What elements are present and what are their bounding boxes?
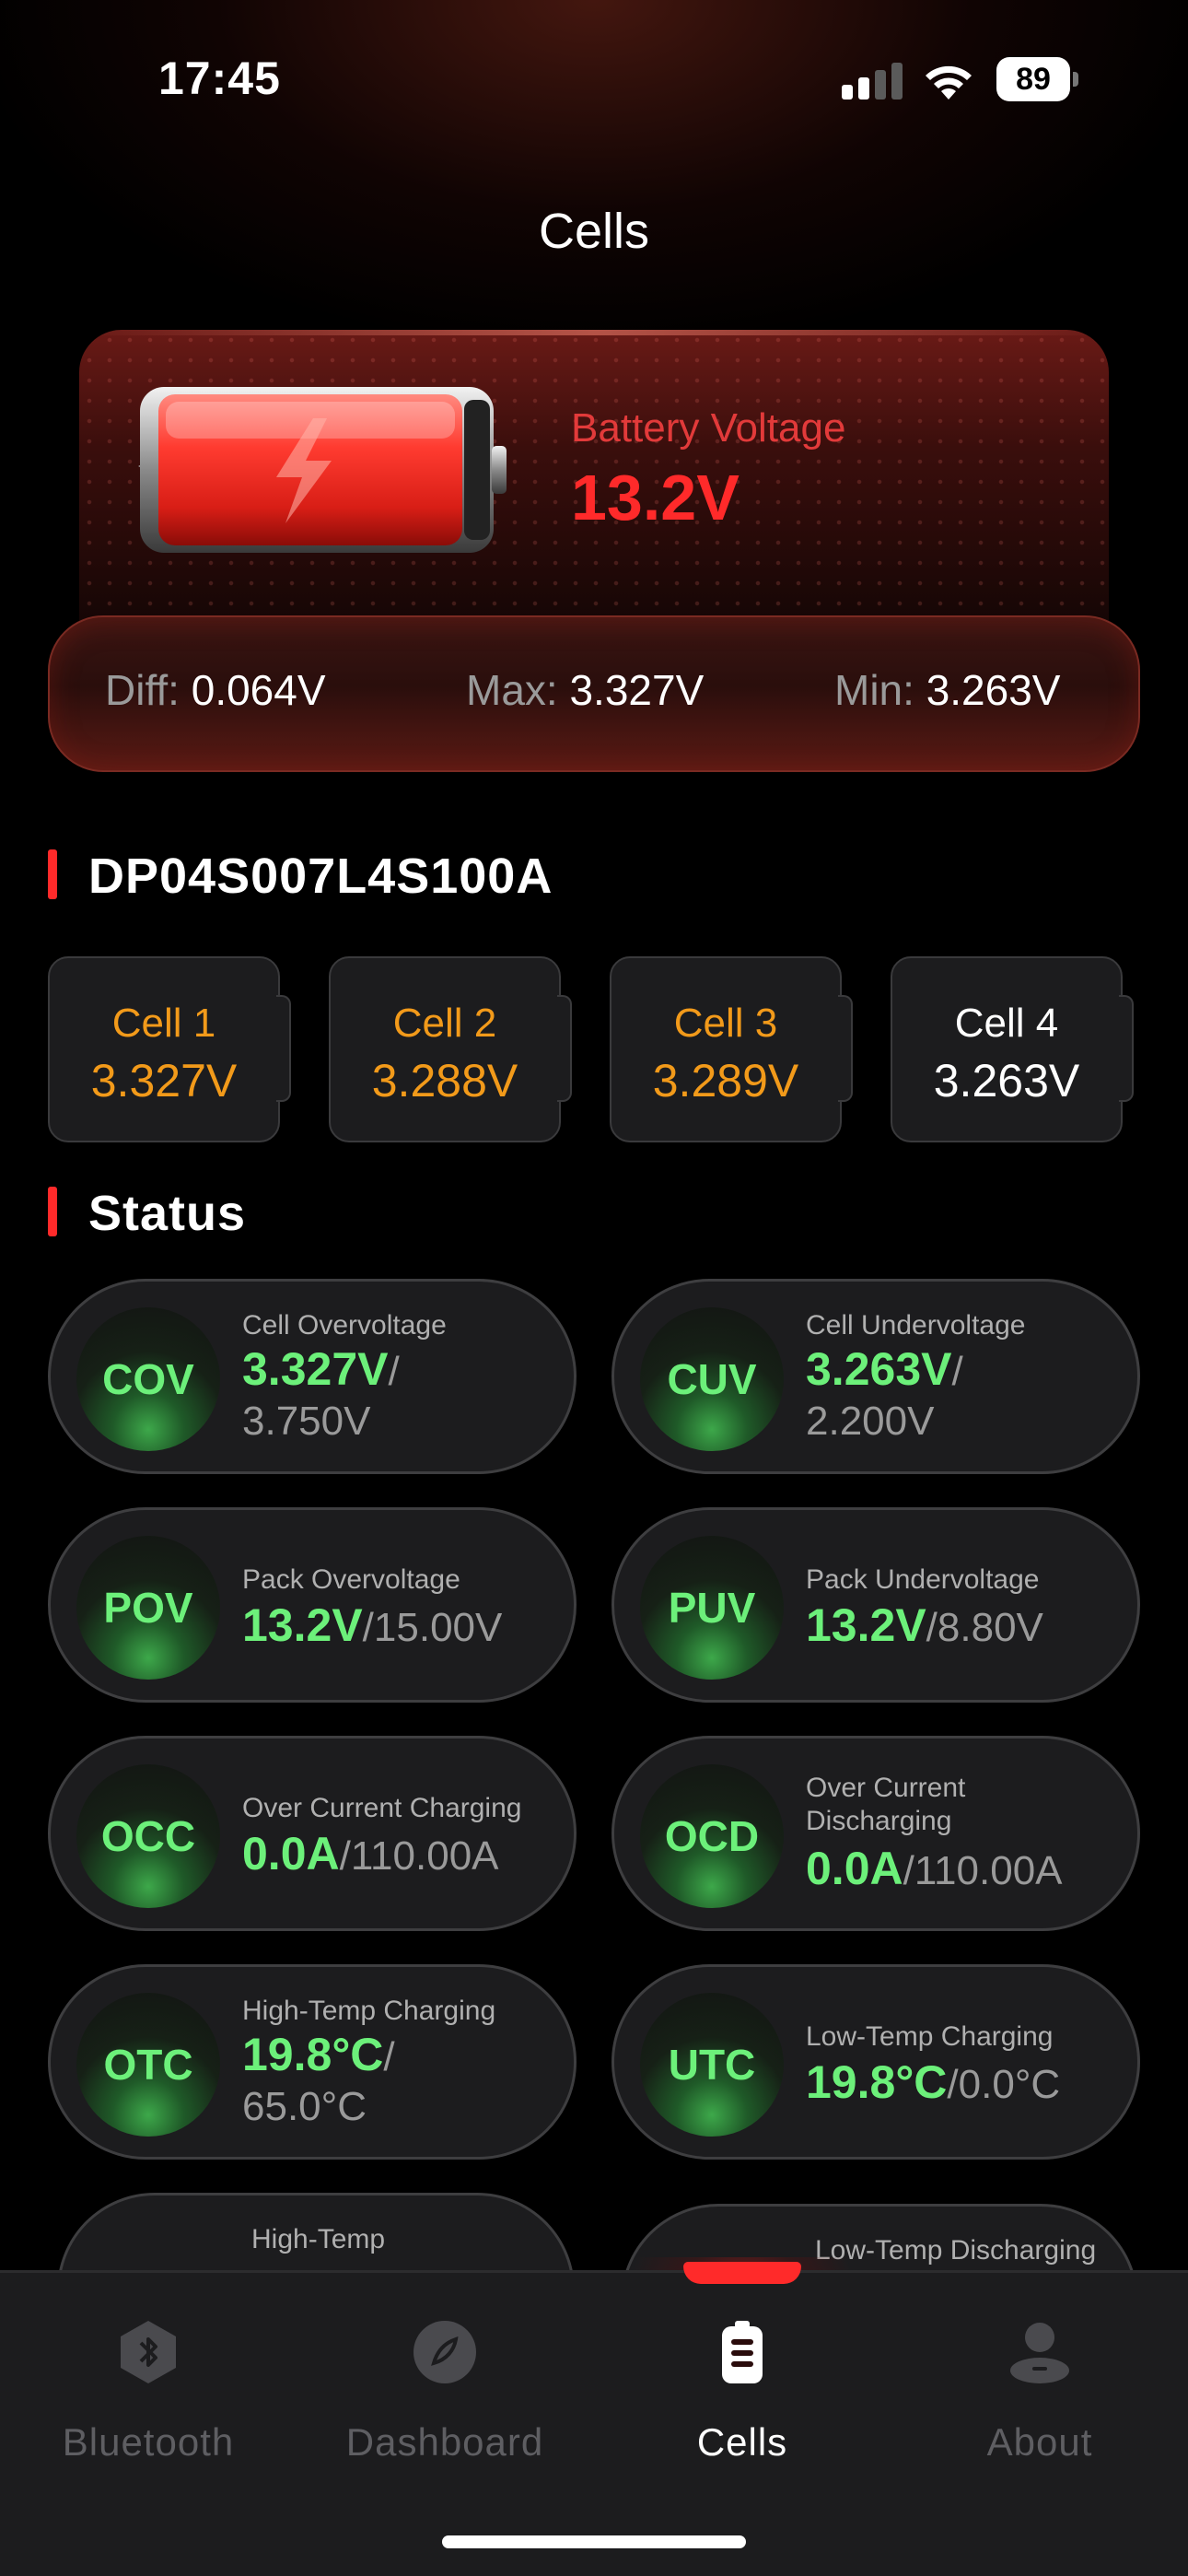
status-code: CUV: [667, 1355, 757, 1403]
page-title: Cells: [538, 204, 650, 259]
min-label: Min:: [834, 666, 914, 714]
cell-voltage: 3.327V: [90, 1055, 238, 1107]
battery-graphic-icon: [138, 387, 507, 553]
status-value: 13.2V/8.80V: [806, 1599, 1043, 1651]
battery-level: 89: [996, 57, 1070, 101]
status-value: 3.263V/: [806, 1343, 963, 1395]
max-value: 3.327V: [569, 666, 705, 714]
status-value: 3.327V/: [242, 1343, 400, 1395]
status-value: 13.2V/15.00V: [242, 1599, 503, 1651]
status-bar: 17:45 89: [0, 0, 1188, 157]
status-time: 17:45: [158, 53, 281, 104]
cell-name: Cell 4: [954, 1001, 1059, 1046]
cell-tile-3[interactable]: Cell 3 3.289V: [610, 956, 853, 1142]
status-label: Low-Temp Charging: [806, 2021, 1054, 2052]
status-value: 19.8°C/: [242, 2029, 395, 2080]
cell-voltage: 3.288V: [371, 1055, 518, 1107]
status-limit: 2.200V: [806, 1399, 935, 1444]
status-label: Pack Overvoltage: [242, 1564, 460, 1595]
cell-tile-4[interactable]: Cell 4 3.263V: [891, 956, 1134, 1142]
status-label: High-Temp: [251, 2224, 386, 2254]
section-marker: [48, 1187, 57, 1236]
tab-about[interactable]: About: [891, 2310, 1188, 2466]
device-name: DP04S007L4S100A: [88, 849, 553, 904]
person-icon: [1010, 2323, 1069, 2383]
home-indicator: [442, 2535, 746, 2548]
status-code: OTC: [103, 2041, 193, 2089]
status-pill-utc[interactable]: UTC Low-Temp Charging 19.8°C/0.0°C: [611, 1964, 1140, 2160]
status-pill-puv[interactable]: PUV Pack Undervoltage 13.2V/8.80V: [611, 1507, 1140, 1703]
status-label: Over Current Charging: [242, 1793, 522, 1823]
tab-dashboard[interactable]: Dashboard: [297, 2310, 593, 2466]
status-value: 19.8°C/0.0°C: [806, 2056, 1061, 2108]
status-label-line2: Discharging: [806, 1806, 952, 1836]
cell-name: Cell 2: [392, 1001, 497, 1046]
battery-voltage-value: 13.2V: [571, 462, 740, 533]
status-section-title: Status: [88, 1186, 247, 1241]
section-marker: [48, 849, 57, 899]
max-stat: Max: 3.327V: [466, 665, 704, 715]
cell-tile-2[interactable]: Cell 2 3.288V: [329, 956, 572, 1142]
status-pill-occ[interactable]: OCC Over Current Charging 0.0A/110.00A: [48, 1736, 577, 1931]
cell-name: Cell 1: [111, 1001, 216, 1046]
cell-voltage: 3.263V: [933, 1055, 1080, 1107]
status-value: 0.0A/110.00A: [242, 1828, 499, 1879]
status-limit: 65.0°C: [242, 2084, 367, 2129]
tab-label: Cells: [696, 2420, 788, 2464]
status-label: Cell Undervoltage: [806, 1310, 1026, 1341]
cell-voltage: 3.289V: [652, 1055, 799, 1107]
dashboard-icon: [413, 2321, 476, 2383]
min-value: 3.263V: [926, 666, 1061, 714]
status-label: Pack Undervoltage: [806, 1564, 1040, 1595]
tab-label: Bluetooth: [62, 2420, 235, 2464]
status-limit: 3.750V: [242, 1399, 371, 1444]
diff-stat: Diff: 0.064V: [105, 665, 326, 715]
status-pill-ocd[interactable]: OCD Over Current Discharging 0.0A/110.00…: [611, 1736, 1140, 1931]
status-code: OCC: [100, 1812, 196, 1860]
battery-status-icon: 89: [996, 57, 1079, 101]
status-pill-pov[interactable]: POV Pack Overvoltage 13.2V/15.00V: [48, 1507, 577, 1703]
tab-bluetooth[interactable]: Bluetooth: [0, 2310, 297, 2466]
status-label: High-Temp Charging: [242, 1996, 496, 2026]
battery-voltage-label: Battery Voltage: [571, 405, 846, 451]
tab-bar: Bluetooth Dashboard Cells About: [0, 2270, 1188, 2576]
bluetooth-icon: [121, 2321, 176, 2383]
status-pill-cuv[interactable]: CUV Cell Undervoltage 3.263V/ 2.200V: [611, 1279, 1140, 1474]
status-pill-otc[interactable]: OTC High-Temp Charging 19.8°C/ 65.0°C: [48, 1964, 577, 2160]
diff-value: 0.064V: [191, 666, 326, 714]
status-label: Over Current: [806, 1773, 966, 1803]
diff-label: Diff:: [105, 666, 180, 714]
tab-label: Dashboard: [345, 2420, 544, 2464]
status-code: UTC: [668, 2041, 756, 2089]
status-code: PUV: [668, 1584, 756, 1632]
max-label: Max:: [466, 666, 558, 714]
battery-icon: [722, 2321, 763, 2383]
voltage-stats-bar: Diff: 0.064V Max: 3.327V Min: 3.263V: [48, 615, 1140, 772]
cell-tile-1[interactable]: Cell 1 3.327V: [48, 956, 291, 1142]
tab-cells[interactable]: Cells: [594, 2310, 891, 2466]
status-code: OCD: [664, 1812, 760, 1860]
cell-name: Cell 3: [673, 1001, 778, 1046]
tab-label: About: [986, 2420, 1093, 2464]
wifi-icon: [926, 65, 972, 100]
status-code: COV: [102, 1355, 194, 1403]
status-code: POV: [103, 1584, 193, 1632]
cellular-signal-icon: [842, 63, 904, 100]
status-label: Cell Overvoltage: [242, 1310, 447, 1341]
min-stat: Min: 3.263V: [834, 665, 1060, 715]
status-value: 0.0A/110.00A: [806, 1843, 1063, 1894]
status-pill-cov[interactable]: COV Cell Overvoltage 3.327V/ 3.750V: [48, 1279, 577, 1474]
active-tab-marker: [683, 2262, 801, 2284]
